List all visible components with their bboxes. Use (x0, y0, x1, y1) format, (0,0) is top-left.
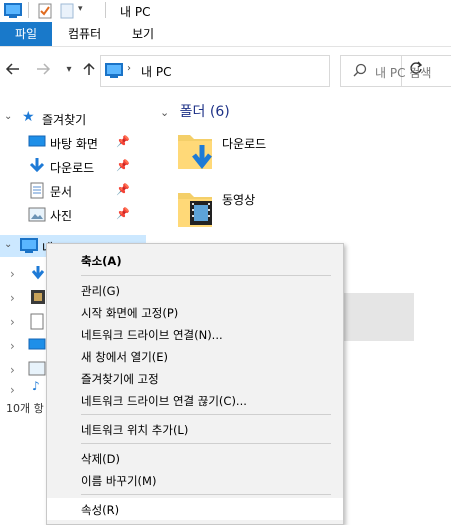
tree-item-documents[interactable]: 문서 📌 (0, 179, 146, 201)
folder-downloads-icon[interactable] (176, 129, 212, 170)
title-bar: ▾ 내 PC (0, 0, 451, 22)
tree-item-downloads[interactable]: 다운로드 📌 (0, 155, 146, 177)
desktop-icon (28, 135, 46, 152)
menu-item-delete[interactable]: 삭제(D) (47, 447, 343, 469)
menu-item-properties[interactable]: 속성(R) (47, 498, 343, 520)
divider (28, 2, 29, 18)
chevron-right-icon[interactable]: › (10, 339, 15, 353)
tree-item-pictures[interactable]: 사진 📌 (0, 203, 146, 225)
document-icon (30, 313, 44, 333)
menu-item-pin-to-start[interactable]: 시작 화면에 고정(P) (47, 301, 343, 323)
chevron-down-icon[interactable]: ⌄ (4, 111, 12, 122)
chevron-down-icon[interactable]: ⌄ (160, 106, 169, 119)
menu-item-add-network-location[interactable]: 네트워크 위치 추가(L) (47, 418, 343, 440)
tab-view[interactable]: 보기 (120, 22, 166, 46)
chevron-down-icon[interactable]: ⌄ (4, 239, 12, 250)
tree-item-quick-access[interactable]: ⌄ ★ 즐겨찾기 (0, 107, 146, 129)
tree-item-label: 즐겨찾기 (42, 113, 87, 127)
tree-item-label: 바탕 화면 (50, 137, 98, 151)
chevron-right-icon[interactable]: › (10, 383, 15, 397)
breadcrumb-separator-icon[interactable]: › (127, 63, 131, 74)
search-placeholder: 내 PC 검색 (375, 66, 432, 80)
menu-separator (81, 414, 331, 415)
folder-videos-icon[interactable] (176, 187, 212, 227)
customize-dropdown-icon[interactable]: ▾ (78, 4, 83, 14)
desktop-icon (28, 338, 46, 355)
recent-dropdown-icon[interactable]: ▾ (60, 61, 78, 79)
picture-icon (28, 207, 46, 225)
tree-item-desktop[interactable]: 바탕 화면 📌 (0, 131, 146, 153)
menu-separator (81, 275, 331, 276)
tree-item-label: 다운로드 (50, 161, 95, 175)
menu-item-manage[interactable]: 관리(G) (47, 279, 343, 301)
menu-item-map-network-drive[interactable]: 네트워크 드라이브 연결(N)... (47, 323, 343, 345)
video-icon (30, 289, 46, 308)
computer-icon (105, 63, 123, 82)
menu-item-collapse[interactable]: 축소(A) (47, 249, 343, 271)
folder-label[interactable]: 다운로드 (222, 135, 266, 152)
menu-separator (81, 494, 331, 495)
address-path[interactable]: 내 PC (141, 63, 171, 80)
address-bar[interactable]: › 내 PC (100, 55, 423, 87)
menu-separator (81, 443, 331, 444)
pin-icon[interactable]: 📌 (116, 207, 130, 220)
menu-item-disconnect-network-drive[interactable]: 네트워크 드라이브 연결 끊기(C)... (47, 389, 343, 411)
computer-icon (20, 238, 38, 257)
document-icon (30, 182, 44, 202)
tree-item-label: 사진 (50, 209, 73, 223)
up-arrow-icon[interactable] (80, 61, 98, 79)
folders-group-label: 폴더 (6) (179, 104, 230, 120)
tab-computer[interactable]: 컴퓨터 (56, 22, 113, 46)
folders-group-header[interactable]: ⌄ 폴더 (6) (160, 101, 230, 121)
music-icon: ♪ (32, 379, 40, 393)
chevron-right-icon[interactable]: › (10, 291, 15, 305)
menu-item-pin-to-quick-access[interactable]: 즐겨찾기에 고정 (47, 367, 343, 389)
forward-arrow-icon[interactable] (34, 61, 52, 79)
chevron-right-icon[interactable]: › (10, 315, 15, 329)
search-icon (353, 63, 367, 80)
divider (105, 2, 106, 18)
pin-icon[interactable]: 📌 (116, 159, 130, 172)
folder-label[interactable]: 동영상 (222, 191, 255, 208)
ribbon-tabs: 파일 컴퓨터 보기 (0, 22, 451, 47)
tree-item-label: 문서 (50, 185, 73, 199)
star-icon: ★ (22, 109, 35, 125)
chevron-right-icon[interactable]: › (10, 363, 15, 377)
item-count: 10개 항 (6, 402, 44, 415)
download-icon (28, 157, 46, 178)
picture-icon (28, 361, 46, 379)
chevron-right-icon[interactable]: › (10, 267, 15, 281)
download-icon (30, 265, 46, 284)
context-menu: 축소(A) 관리(G) 시작 화면에 고정(P) 네트워크 드라이브 연결(N)… (46, 243, 344, 525)
address-row: ▾ › 내 PC 내 PC 검색 (0, 47, 451, 93)
pin-icon[interactable]: 📌 (116, 183, 130, 196)
window-title: 내 PC (120, 5, 151, 19)
tab-file[interactable]: 파일 (0, 22, 52, 46)
search-input[interactable]: 내 PC 검색 (340, 55, 451, 87)
back-arrow-icon[interactable] (4, 61, 22, 79)
computer-icon (4, 3, 22, 22)
pin-icon[interactable]: 📌 (116, 135, 130, 148)
menu-item-open-new-window[interactable]: 새 창에서 열기(E) (47, 345, 343, 367)
menu-item-rename[interactable]: 이름 바꾸기(M) (47, 469, 343, 491)
properties-icon[interactable] (38, 3, 52, 22)
new-folder-icon[interactable] (60, 3, 74, 22)
